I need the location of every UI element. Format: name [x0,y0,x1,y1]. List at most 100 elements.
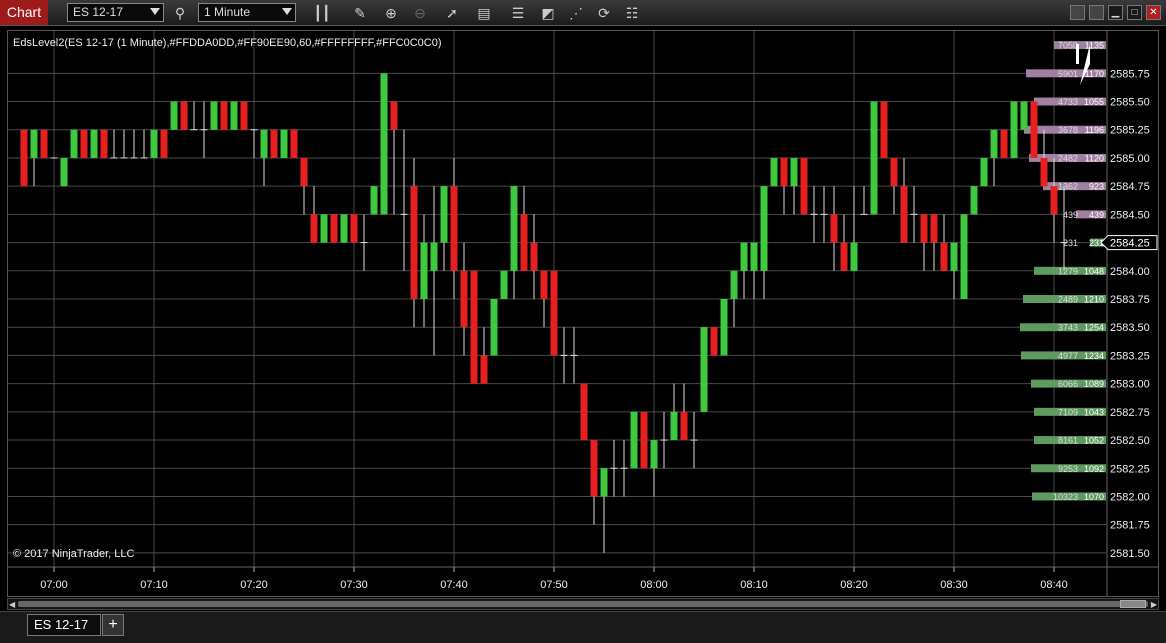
candle [780,157,788,215]
window-title: Chart [0,0,48,25]
horizontal-scrollbar[interactable]: ◀ ▶ [7,598,1159,610]
candle [920,214,928,271]
candle [1020,101,1028,130]
indicator-label: EdsLevel2(ES 12-17 (1 Minute),#FFDDA0DD,… [13,37,442,49]
price-tick-label: 2582.75 [1110,407,1150,419]
price-tick-label: 2583.75 [1110,294,1150,306]
candle [160,129,168,158]
candle-body [220,101,228,130]
candle-body [640,411,648,469]
refresh-icon[interactable]: ⟳ [594,3,614,23]
price-tick-label: 2582.50 [1110,435,1150,447]
candle [760,186,768,299]
time-tick-label: 07:10 [140,579,168,591]
candle-body [980,157,988,187]
candle-body [730,270,738,299]
price-tick-label: 2581.50 [1110,548,1150,560]
time-tick-label: 07:40 [440,579,468,591]
scroll-thumb[interactable] [1120,600,1146,608]
zoom-in-icon[interactable]: ⊕ [381,3,401,23]
time-tick-label: 08:10 [740,579,768,591]
candle [590,440,598,525]
candle [770,157,778,187]
search-icon[interactable]: ⚲ [170,3,190,23]
candle [70,129,78,158]
depth-ask-label: 1170 [1085,69,1104,79]
ghost-button [1070,5,1085,20]
candle [250,129,258,158]
candle-body [930,214,938,243]
candlestick-chart[interactable]: 2585.75 2585.50 2585.25 2585.00 2584.75 2584.… [8,31,1158,596]
candle [500,270,508,299]
interval-selector[interactable]: 1 Minute [198,3,296,22]
candle-body [940,242,948,271]
tab-bar: ES 12-17 + [0,611,1166,643]
candle-body [390,101,398,130]
minimize-button[interactable]: ▁ [1108,5,1123,20]
add-tab-button[interactable]: + [102,614,124,636]
candle [860,186,868,215]
candle [600,468,608,553]
candle-body [230,101,238,130]
candle [870,101,878,215]
candle [540,270,548,328]
data-box-icon[interactable]: ▤ [474,3,494,23]
tab-es-12-17[interactable]: ES 12-17 [27,614,101,636]
candle-body [350,214,358,243]
price-tick-label: 2585.25 [1110,125,1150,137]
bar-type-icon[interactable]: ┃┃ [312,3,332,23]
candle-body [80,129,88,158]
candle [20,129,28,187]
candle-body [900,186,908,243]
price-tick-label: 2581.75 [1110,520,1150,532]
depth-ask-label: 1089 [1084,379,1104,389]
candle [850,186,858,271]
candle-body [280,129,288,158]
depth-size-label: 2489 [1058,295,1078,305]
candle [820,186,828,243]
candle [380,73,388,215]
candle-body [830,214,838,243]
pencil-icon[interactable]: ✎ [350,3,370,23]
candle [1040,129,1048,187]
candle-body [850,242,858,271]
depth-ask-label: 439 [1089,210,1104,220]
candle-body [700,327,708,412]
close-button[interactable]: ✕ [1146,5,1161,20]
candle [810,186,818,243]
zoom-out-icon[interactable]: ⊖ [410,3,430,23]
chevron-down-icon [282,8,292,15]
depth-ask-label: 1210 [1084,295,1104,305]
candle-body [100,129,108,158]
candle [1030,101,1038,158]
restore-button[interactable]: □ [1127,5,1142,20]
depth-ask-label: 1092 [1084,464,1104,474]
properties-icon[interactable]: ☷ [622,3,642,23]
scroll-right-icon[interactable]: ▶ [1151,600,1157,609]
candle-body [320,214,328,243]
candle-body [420,242,428,299]
scroll-track[interactable] [18,601,1148,607]
candle [460,242,468,356]
candle [440,186,448,271]
candle-body [30,129,38,158]
depth-ask-label: 1070 [1084,492,1104,502]
instrument-selector[interactable]: ES 12-17 [67,3,164,22]
last-price-label: 2584.25 [1110,238,1150,250]
drawing-tools-icon[interactable]: ⋰ [566,3,586,23]
candle-body [540,270,548,299]
time-tick-label: 07:50 [540,579,568,591]
depth-size-label: 5901 [1058,69,1078,79]
scroll-left-icon[interactable]: ◀ [9,600,15,609]
candle-body [990,129,998,158]
depth-size-label: 3743 [1058,323,1078,333]
depth-ask-label: 923 [1089,182,1104,192]
candle [1060,186,1068,271]
candle [980,157,988,187]
indicators-icon[interactable]: ☰ [508,3,528,23]
pointer-icon[interactable]: ➚ [442,3,462,23]
strategies-icon[interactable]: ◩ [538,3,558,23]
candle [200,101,208,158]
depth-ask-label: 1055 [1084,97,1104,107]
depth-ask-label: 1120 [1085,153,1104,163]
